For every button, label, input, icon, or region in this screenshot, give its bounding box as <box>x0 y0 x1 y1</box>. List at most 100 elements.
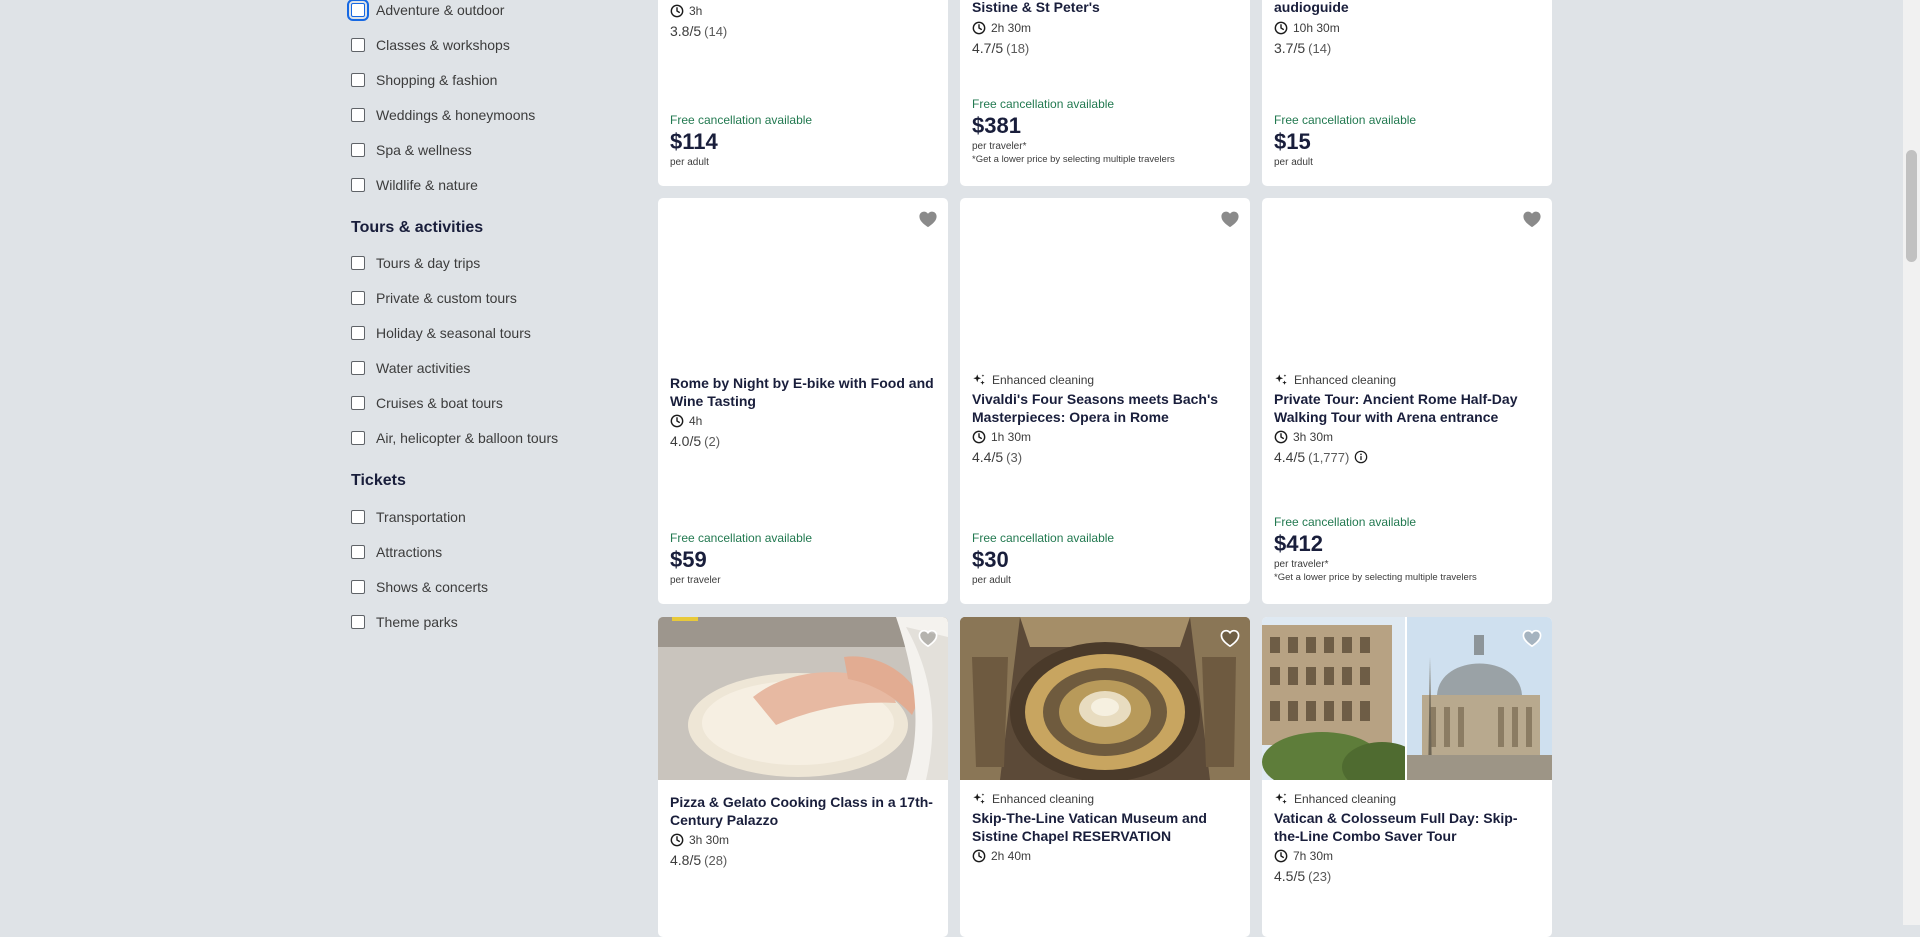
checkbox[interactable] <box>351 108 365 122</box>
duration: 3h <box>670 3 936 19</box>
enhanced-cleaning: Enhanced cleaning <box>1274 791 1540 807</box>
section-title-tours: Tours & activities <box>351 219 484 236</box>
rating: 3.8/5 (14) <box>670 23 936 39</box>
heart-icon[interactable] <box>1220 629 1240 647</box>
activity-card[interactable]: Pizza & Gelato Cooking Class in a 17th-C… <box>658 617 948 937</box>
activity-card[interactable]: audioguide 10h 30m 3.7/5 (14) Free cancel… <box>1262 0 1552 186</box>
filter-air-helicopter-balloon[interactable]: Air, helicopter & balloon tours <box>351 427 558 449</box>
card-title[interactable]: Rome by Night by E-bike with Food and Wi… <box>670 374 936 410</box>
filter-spa-wellness[interactable]: Spa & wellness <box>351 139 472 161</box>
checkbox[interactable] <box>351 178 365 192</box>
card-title[interactable]: Vivaldi's Four Seasons meets Bach's Mast… <box>972 390 1238 426</box>
review-count: (18) <box>1006 40 1030 56</box>
checkbox[interactable] <box>351 291 365 305</box>
enhanced-cleaning: Enhanced cleaning <box>972 791 1238 807</box>
checkbox[interactable] <box>351 615 365 629</box>
enhanced-cleaning-label: Enhanced cleaning <box>992 373 1095 387</box>
heart-icon[interactable] <box>1522 210 1542 228</box>
filter-label: Classes & workshops <box>376 37 510 53</box>
clock-icon <box>670 414 684 428</box>
scrollbar-thumb[interactable] <box>1906 150 1917 262</box>
filter-label: Water activities <box>376 360 471 376</box>
filter-attractions[interactable]: Attractions <box>351 541 442 563</box>
activity-card[interactable]: Enhanced cleaning Vatican & Colosseum Fu… <box>1262 617 1552 937</box>
checkbox[interactable] <box>351 73 365 87</box>
filter-holiday-seasonal-tours[interactable]: Holiday & seasonal tours <box>351 322 531 344</box>
checkbox[interactable] <box>351 510 365 524</box>
card-title[interactable]: Sistine & St Peter's <box>972 0 1238 16</box>
filter-label: Air, helicopter & balloon tours <box>376 430 559 446</box>
activity-card[interactable]: Enhanced cleaning Skip-The-Line Vatican … <box>960 617 1250 937</box>
filter-label: Cruises & boat tours <box>376 395 503 411</box>
checkbox[interactable] <box>351 361 365 375</box>
info-icon[interactable] <box>1354 450 1368 464</box>
duration-text: 4h <box>689 414 703 428</box>
checkbox[interactable] <box>351 431 365 445</box>
filter-wildlife-nature[interactable]: Wildlife & nature <box>351 174 478 196</box>
heart-icon[interactable] <box>918 210 938 228</box>
page-scrollbar[interactable] <box>1903 0 1920 925</box>
activity-card[interactable]: Rome by Night by E-bike with Food and Wi… <box>658 198 948 604</box>
vatican-dome-image[interactable] <box>960 617 1250 780</box>
activity-card[interactable]: Sistine & St Peter's 2h 30m 4.7/5 (18) Fr… <box>960 0 1250 186</box>
card-title[interactable]: Skip-The-Line Vatican Museum and Sistine… <box>972 809 1238 845</box>
filter-cruises-boat-tours[interactable]: Cruises & boat tours <box>351 392 503 414</box>
card-body: 3h 3.8/5 (14) <box>670 0 936 39</box>
filter-theme-parks[interactable]: Theme parks <box>351 611 458 633</box>
rating-value: 3.8/5 <box>670 23 702 39</box>
checkbox[interactable] <box>351 580 365 594</box>
rating-value: 4.4/5 <box>1274 449 1306 465</box>
heart-icon[interactable] <box>1522 629 1542 647</box>
filter-shows-concerts[interactable]: Shows & concerts <box>351 576 488 598</box>
filter-label: Weddings & honeymoons <box>376 107 536 123</box>
checkbox[interactable] <box>351 143 365 157</box>
price: $381 <box>972 113 1021 138</box>
activity-card[interactable]: 3h 3.8/5 (14) Free cancellation available… <box>658 0 948 186</box>
review-count: (1,777) <box>1308 449 1350 465</box>
filter-water-activities[interactable]: Water activities <box>351 357 470 379</box>
price-block: Free cancellation available $114 per adu… <box>670 113 936 168</box>
filter-transportation[interactable]: Transportation <box>351 506 466 528</box>
filter-private-custom-tours[interactable]: Private & custom tours <box>351 287 517 309</box>
checkbox[interactable] <box>351 396 365 410</box>
checkbox[interactable] <box>351 326 365 340</box>
card-title[interactable]: audioguide <box>1274 0 1540 16</box>
price-block: Free cancellation available $15 per adul… <box>1274 113 1540 168</box>
enhanced-cleaning-label: Enhanced cleaning <box>1294 792 1397 806</box>
filter-classes-workshops[interactable]: Classes & workshops <box>351 34 510 56</box>
filter-shopping-fashion[interactable]: Shopping & fashion <box>351 69 497 91</box>
price-block: Free cancellation available $381 per tra… <box>972 97 1238 165</box>
clock-icon <box>1274 849 1288 863</box>
filter-label: Tours & day trips <box>376 255 481 271</box>
checkbox[interactable] <box>351 545 365 559</box>
price-block: Free cancellation available $30 per adul… <box>972 531 1238 586</box>
card-title[interactable]: Private Tour: Ancient Rome Half-Day Walk… <box>1274 390 1540 426</box>
rating: 4.8/5 (28) <box>670 852 936 868</box>
pizza-dough-image[interactable] <box>658 617 948 780</box>
free-cancellation: Free cancellation available <box>972 531 1115 545</box>
filter-adventure-outdoor[interactable]: Adventure & outdoor <box>347 0 504 21</box>
activity-card[interactable]: Enhanced cleaning Vivaldi's Four Seasons… <box>960 198 1250 604</box>
filter-weddings-honeymoons[interactable]: Weddings & honeymoons <box>351 104 535 126</box>
filter-tours-day-trips[interactable]: Tours & day trips <box>351 252 480 274</box>
filter-label: Shopping & fashion <box>376 72 498 88</box>
heart-icon[interactable] <box>918 629 938 647</box>
heart-icon[interactable] <box>1220 210 1240 228</box>
price-unit: per traveler* <box>972 141 1027 152</box>
price: $15 <box>1274 129 1311 154</box>
card-title[interactable]: Pizza & Gelato Cooking Class in a 17th-C… <box>670 793 936 829</box>
duration: 3h 30m <box>670 832 936 848</box>
checkbox[interactable] <box>347 0 369 21</box>
card-body: Sistine & St Peter's 2h 30m 4.7/5 (18) <box>972 0 1238 56</box>
activity-card[interactable]: Enhanced cleaning Private Tour: Ancient … <box>1262 198 1552 604</box>
checkbox[interactable] <box>351 256 365 270</box>
duration-text: 3h 30m <box>1293 430 1334 444</box>
card-body: Enhanced cleaning Vivaldi's Four Seasons… <box>972 372 1238 465</box>
card-title[interactable]: Vatican & Colosseum Full Day: Skip-the-L… <box>1274 809 1540 845</box>
rating: 4.4/5 (3) <box>972 449 1238 465</box>
free-cancellation: Free cancellation available <box>670 531 813 545</box>
checkbox[interactable] <box>351 38 365 52</box>
vatican-dome-photo <box>960 617 1250 780</box>
colosseum-st-peters-image[interactable] <box>1262 617 1552 780</box>
duration-text: 3h 30m <box>689 833 730 847</box>
